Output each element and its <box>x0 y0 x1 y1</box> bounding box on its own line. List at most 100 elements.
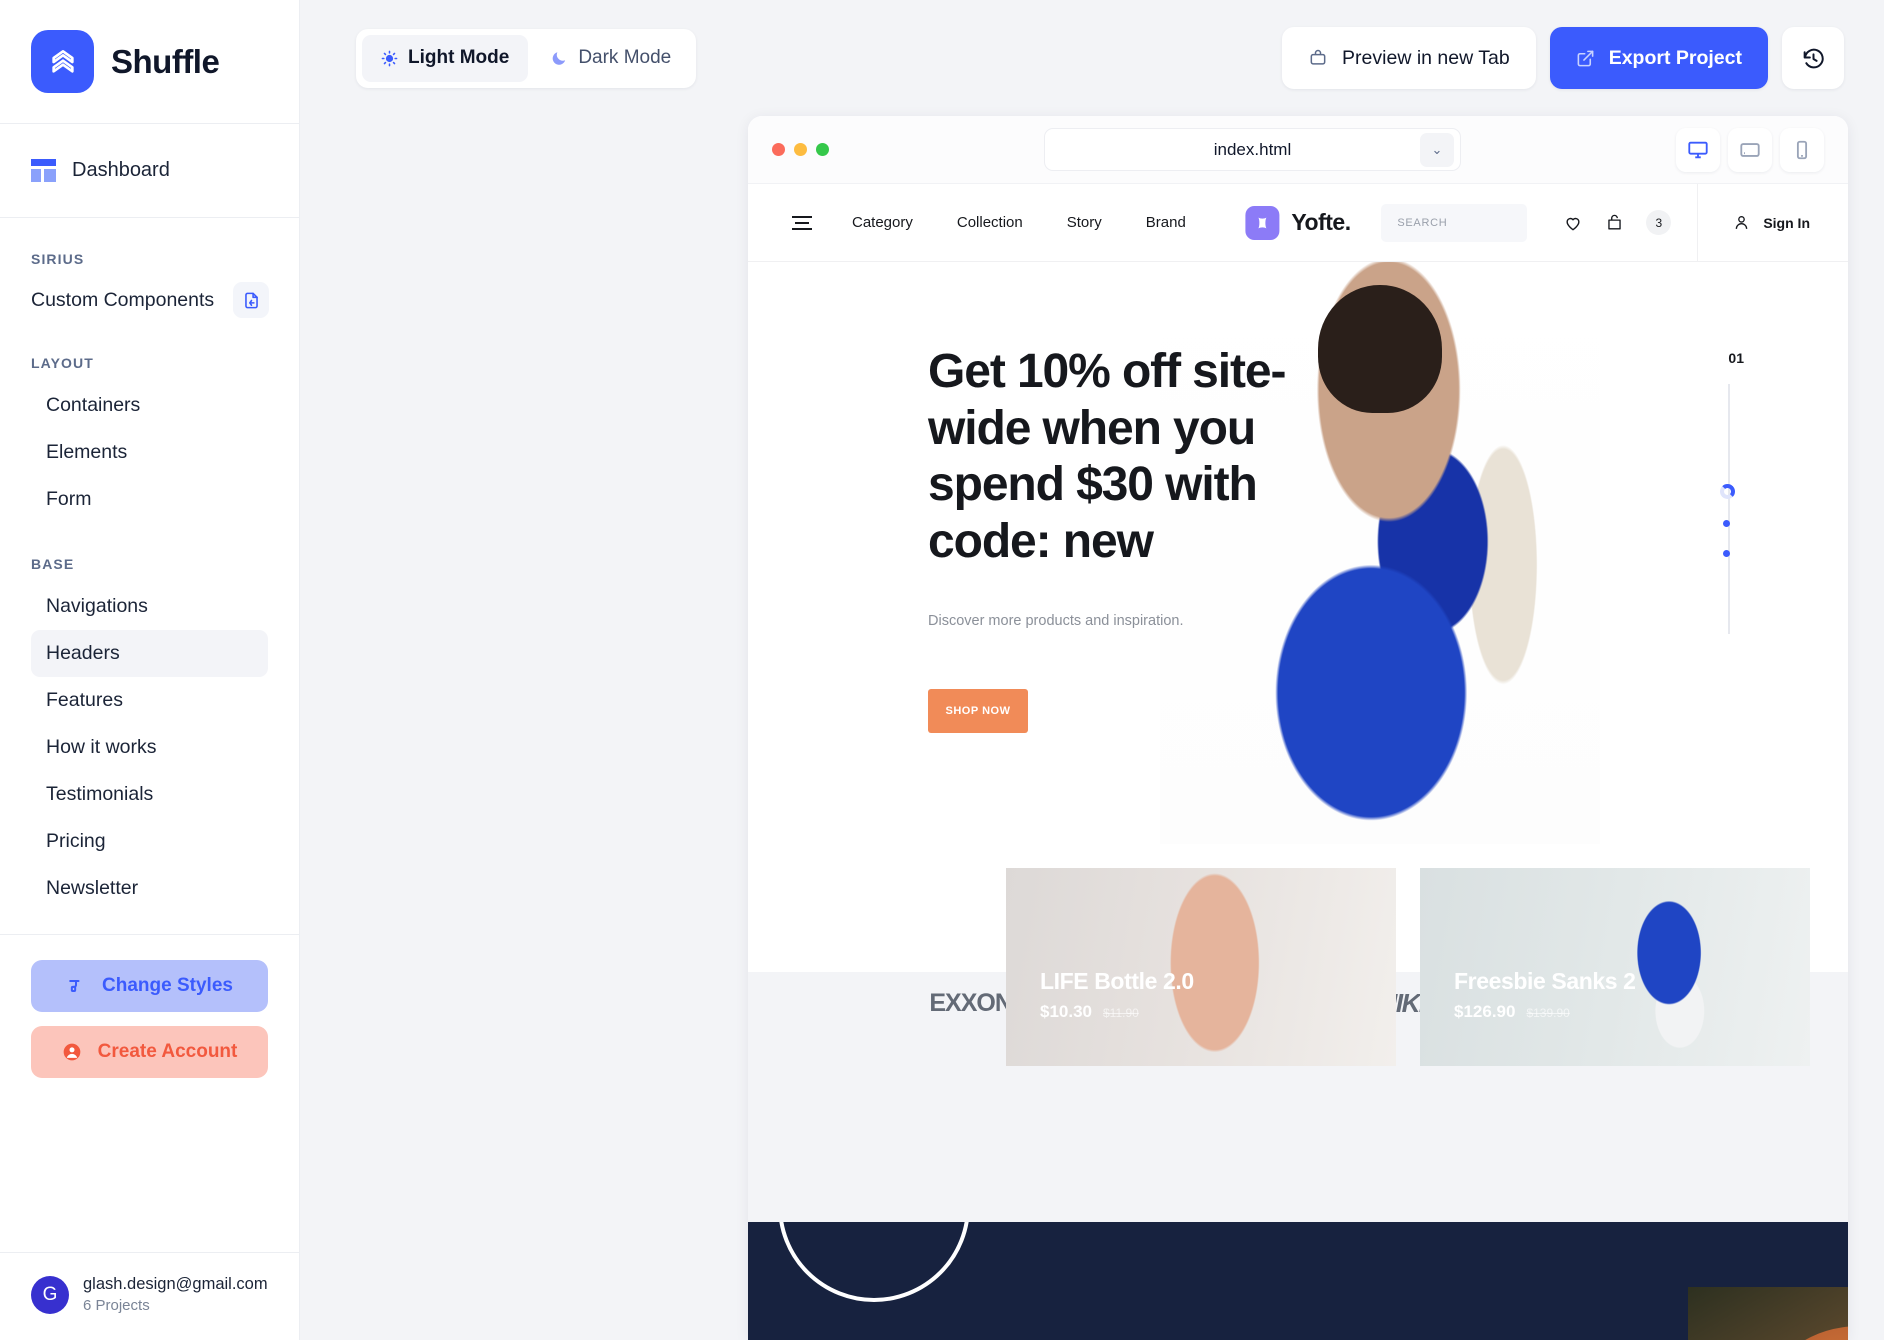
change-styles-label: Change Styles <box>102 975 233 996</box>
sidebar-item-form[interactable]: Form <box>31 476 268 523</box>
create-account-label: Create Account <box>97 1041 238 1062</box>
desktop-icon[interactable] <box>1676 127 1720 172</box>
product-price: $126.90 <box>1454 1002 1516 1021</box>
bag-icon[interactable] <box>1605 213 1624 232</box>
window-traffic-lights <box>772 143 829 156</box>
sidebar-item-pricing[interactable]: Pricing <box>31 818 268 865</box>
product-price: $10.30 <box>1040 1002 1092 1021</box>
site-logo[interactable]: Yofte. <box>1245 205 1351 240</box>
hero-copy: Get 10% off site-wide when you spend $30… <box>928 344 1308 733</box>
change-styles-button[interactable]: Change Styles <box>31 960 268 1012</box>
chevron-down-icon[interactable]: ⌄ <box>1420 133 1454 167</box>
site-nav-icons: 3 <box>1563 210 1672 235</box>
light-mode-button[interactable]: Light Mode <box>362 34 529 82</box>
slider-dot-3[interactable] <box>1723 550 1730 557</box>
sidebar-item-elements[interactable]: Elements <box>31 429 268 476</box>
yofte-mark-icon <box>1245 205 1280 240</box>
tablet-icon[interactable] <box>1728 127 1772 172</box>
shuffle-logo-icon <box>31 30 94 93</box>
preview-pane: index.html ⌄ Category Collection Story B… <box>748 116 1848 1340</box>
product-name: Freesbie Sanks 2 <box>1454 968 1636 994</box>
theme-mode-switch: Light Mode Dark Mode <box>356 28 697 88</box>
moon-icon <box>551 50 568 67</box>
slider-rail <box>1728 384 1730 634</box>
export-project-button[interactable]: Export Project <box>1549 27 1768 89</box>
sidebar-user[interactable]: G glash.design@gmail.com 6 Projects <box>0 1252 299 1340</box>
sidebar-item-features[interactable]: Features <box>31 677 268 724</box>
search-input[interactable]: SEARCH <box>1381 203 1528 242</box>
import-file-icon[interactable] <box>233 282 269 318</box>
sidebar-group-sirius: SIRIUS <box>31 251 85 267</box>
browser-tab-icon <box>1308 48 1328 68</box>
avatar: G <box>31 1275 69 1314</box>
external-link-icon <box>1576 49 1595 68</box>
create-account-button[interactable]: Create Account <box>31 1026 268 1078</box>
sidebar-group-base: BASE <box>31 556 75 572</box>
product-cards: LIFE Bottle 2.0 $10.30 $11.90 Freesbie S… <box>1006 868 1810 1066</box>
shop-now-button[interactable]: SHOP NOW <box>928 688 1028 733</box>
hero-section: Get 10% off site-wide when you spend $30… <box>748 262 1848 844</box>
dashboard-grid-icon <box>31 159 56 182</box>
mobile-icon[interactable] <box>1780 127 1824 172</box>
app-root: Shuffle Dashboard SIRIUS Custom Componen… <box>0 0 1884 1340</box>
close-dot-icon[interactable] <box>772 143 785 156</box>
history-revert-button[interactable] <box>1782 27 1844 89</box>
user-projects-count: 6 Projects <box>83 1297 150 1314</box>
sidebar-item-headers[interactable]: Headers <box>31 630 268 677</box>
sidebar-item-navigations[interactable]: Navigations <box>31 583 268 630</box>
sidebar-item-containers[interactable]: Containers <box>31 382 268 429</box>
slider-current-dot[interactable] <box>1720 484 1735 499</box>
main-area: Light Mode Dark Mode Preview in new Tab <box>300 0 1884 1340</box>
site-nav-link-story[interactable]: Story <box>1067 214 1102 231</box>
sign-in-button[interactable]: Sign In <box>1697 183 1848 262</box>
sidebar-item-testimonials[interactable]: Testimonials <box>31 771 268 818</box>
slider-dot-2[interactable] <box>1723 520 1730 527</box>
sun-icon <box>381 50 398 67</box>
decorative-arc <box>778 1222 970 1302</box>
minimize-dot-icon[interactable] <box>794 143 807 156</box>
sidebar-item-newsletter[interactable]: Newsletter <box>31 865 268 912</box>
product-card[interactable]: LIFE Bottle 2.0 $10.30 $11.90 <box>1006 868 1396 1066</box>
brand-logo-exxon: EXXON <box>929 988 1013 1017</box>
user-email: glash.design@gmail.com <box>83 1275 268 1293</box>
paint-roller-icon <box>66 976 86 996</box>
cart-count-badge: 3 <box>1646 210 1672 235</box>
user-icon <box>1732 213 1751 232</box>
sidebar-item-dashboard[interactable]: Dashboard <box>0 124 299 218</box>
product-old-price: $11.90 <box>1103 1006 1139 1020</box>
hamburger-menu-icon[interactable] <box>792 215 812 230</box>
maximize-dot-icon[interactable] <box>816 143 829 156</box>
featured-image-basketball[interactable] <box>1688 1287 1848 1340</box>
site-nav-link-collection[interactable]: Collection <box>957 214 1023 231</box>
brand-header: Shuffle <box>0 0 299 124</box>
history-revert-icon <box>1801 46 1826 71</box>
preview-in-new-tab-button[interactable]: Preview in new Tab <box>1282 27 1536 89</box>
sidebar-group-layout: LAYOUT <box>31 355 94 371</box>
user-circle-icon <box>62 1042 82 1062</box>
file-select[interactable]: index.html ⌄ <box>1044 128 1461 171</box>
hero-subline: Discover more products and inspiration. <box>928 612 1184 629</box>
dark-mode-label: Dark Mode <box>578 47 672 68</box>
heart-icon[interactable] <box>1563 213 1583 233</box>
top-toolbar: Light Mode Dark Mode Preview in new Tab <box>300 0 1884 116</box>
preview-label: Preview in new Tab <box>1342 46 1510 69</box>
light-mode-label: Light Mode <box>408 47 510 68</box>
featured-section: More ideas Featured <box>748 1222 1848 1340</box>
site-navbar: Category Collection Story Brand Yofte. S… <box>748 183 1848 262</box>
hero-headline: Get 10% off site-wide when you spend $30… <box>928 345 1286 568</box>
file-name: index.html <box>1213 139 1292 159</box>
sidebar: Shuffle Dashboard SIRIUS Custom Componen… <box>0 0 300 1340</box>
sidebar-item-label: Dashboard <box>72 159 170 181</box>
dark-mode-button[interactable]: Dark Mode <box>532 35 690 82</box>
sidebar-item-custom-components[interactable]: Custom Components <box>0 278 299 322</box>
preview-chrome-bar: index.html ⌄ <box>748 116 1848 184</box>
site-nav-link-brand[interactable]: Brand <box>1146 214 1186 231</box>
site-nav-link-category[interactable]: Category <box>852 214 913 231</box>
brand-name: Shuffle <box>111 42 220 80</box>
site-nav-links: Category Collection Story Brand <box>852 214 1186 231</box>
product-card[interactable]: Freesbie Sanks 2 $126.90 $139.90 <box>1420 868 1810 1066</box>
export-label: Export Project <box>1608 46 1742 69</box>
device-toggle-group <box>1676 127 1824 172</box>
sidebar-item-how-it-works[interactable]: How it works <box>31 724 268 771</box>
